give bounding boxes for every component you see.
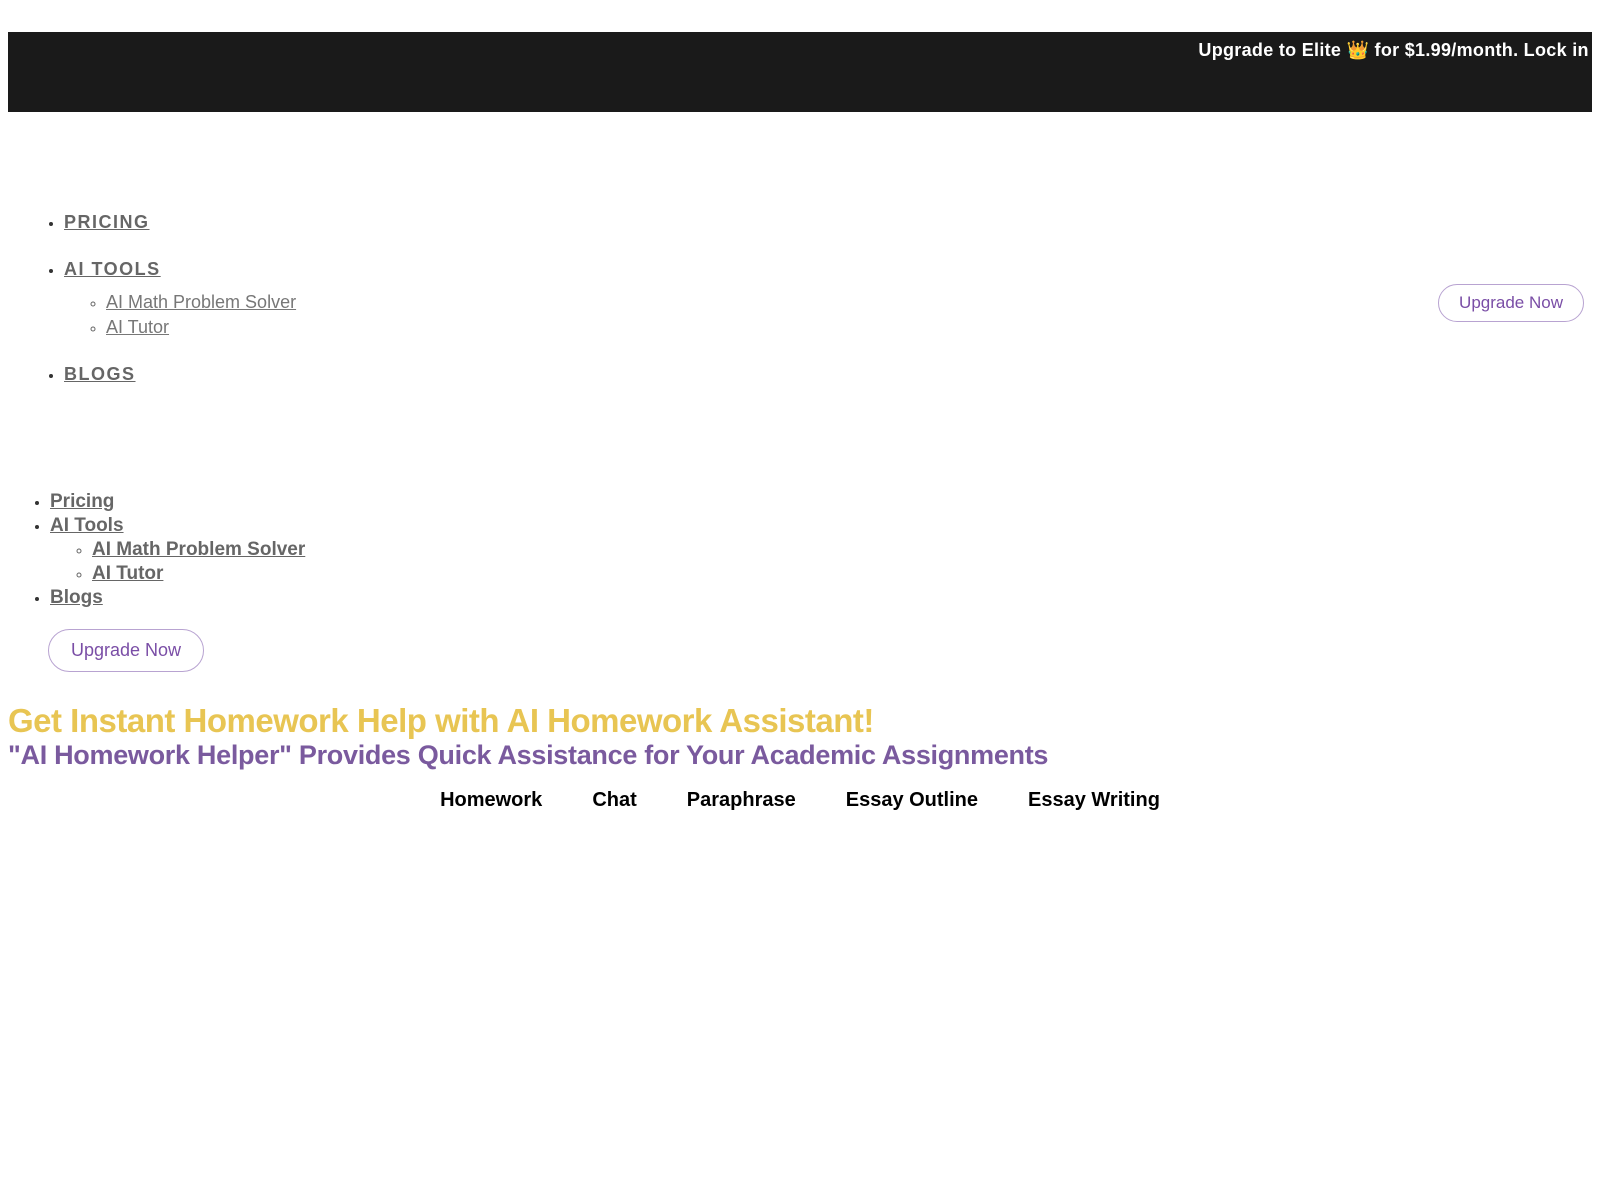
- tab-paraphrase[interactable]: Paraphrase: [687, 789, 796, 812]
- sub-item-ai-math: AI Math Problem Solver: [106, 292, 1600, 313]
- ai-math-link-lower[interactable]: AI Math Problem Solver: [92, 539, 305, 560]
- ai-math-link[interactable]: AI Math Problem Solver: [106, 292, 296, 312]
- tab-essay-outline[interactable]: Essay Outline: [846, 789, 978, 812]
- headline-section: Get Instant Homework Help with AI Homewo…: [8, 702, 1600, 771]
- blogs-link[interactable]: BLOGS: [64, 364, 136, 384]
- nav-item-ai-tools-lower: AI Tools AI Math Problem Solver AI Tutor: [50, 515, 1600, 585]
- ai-tools-sublist-lower: AI Math Problem Solver AI Tutor: [50, 539, 1600, 585]
- top-spacer: [0, 0, 1600, 32]
- headline-title: Get Instant Homework Help with AI Homewo…: [8, 702, 1600, 740]
- banner-text: Upgrade to Elite 👑 for $1.99/month. Lock…: [1198, 40, 1592, 61]
- upgrade-now-button-lower[interactable]: Upgrade Now: [48, 629, 204, 672]
- nav-item-blogs: BLOGS: [64, 364, 1600, 385]
- pricing-link-lower[interactable]: Pricing: [50, 491, 114, 512]
- sub-item-ai-tutor: AI Tutor: [106, 317, 1600, 338]
- tool-tabs: Homework Chat Paraphrase Essay Outline E…: [0, 789, 1600, 812]
- sub-item-ai-math-lower: AI Math Problem Solver: [92, 539, 1600, 561]
- tab-chat[interactable]: Chat: [592, 789, 636, 812]
- blogs-link-lower[interactable]: Blogs: [50, 587, 103, 608]
- nav-lower: Pricing AI Tools AI Math Problem Solver …: [8, 491, 1600, 672]
- nav-item-ai-tools: AI TOOLS AI Math Problem Solver AI Tutor: [64, 259, 1600, 338]
- ai-tools-link-lower[interactable]: AI Tools: [50, 515, 124, 536]
- upgrade-now-button[interactable]: Upgrade Now: [1438, 284, 1584, 322]
- nav-item-blogs-lower: Blogs: [50, 587, 1600, 609]
- pricing-link[interactable]: PRICING: [64, 212, 150, 232]
- ai-tutor-link-lower[interactable]: AI Tutor: [92, 563, 163, 584]
- tab-homework[interactable]: Homework: [440, 789, 542, 812]
- headline-subtitle: "AI Homework Helper" Provides Quick Assi…: [8, 740, 1600, 771]
- sub-item-ai-tutor-lower: AI Tutor: [92, 563, 1600, 585]
- tab-essay-writing[interactable]: Essay Writing: [1028, 789, 1160, 812]
- ai-tools-sublist: AI Math Problem Solver AI Tutor: [64, 292, 1600, 338]
- nav-item-pricing: PRICING: [64, 212, 1600, 233]
- nav-upper: PRICING AI TOOLS AI Math Problem Solver …: [8, 212, 1600, 385]
- nav-item-pricing-lower: Pricing: [50, 491, 1600, 513]
- nav-list-lower: Pricing AI Tools AI Math Problem Solver …: [8, 491, 1600, 609]
- ai-tools-link[interactable]: AI TOOLS: [64, 259, 161, 279]
- nav-list-upper: PRICING AI TOOLS AI Math Problem Solver …: [8, 212, 1600, 385]
- promo-banner[interactable]: Upgrade to Elite 👑 for $1.99/month. Lock…: [8, 32, 1592, 112]
- ai-tutor-link[interactable]: AI Tutor: [106, 317, 169, 337]
